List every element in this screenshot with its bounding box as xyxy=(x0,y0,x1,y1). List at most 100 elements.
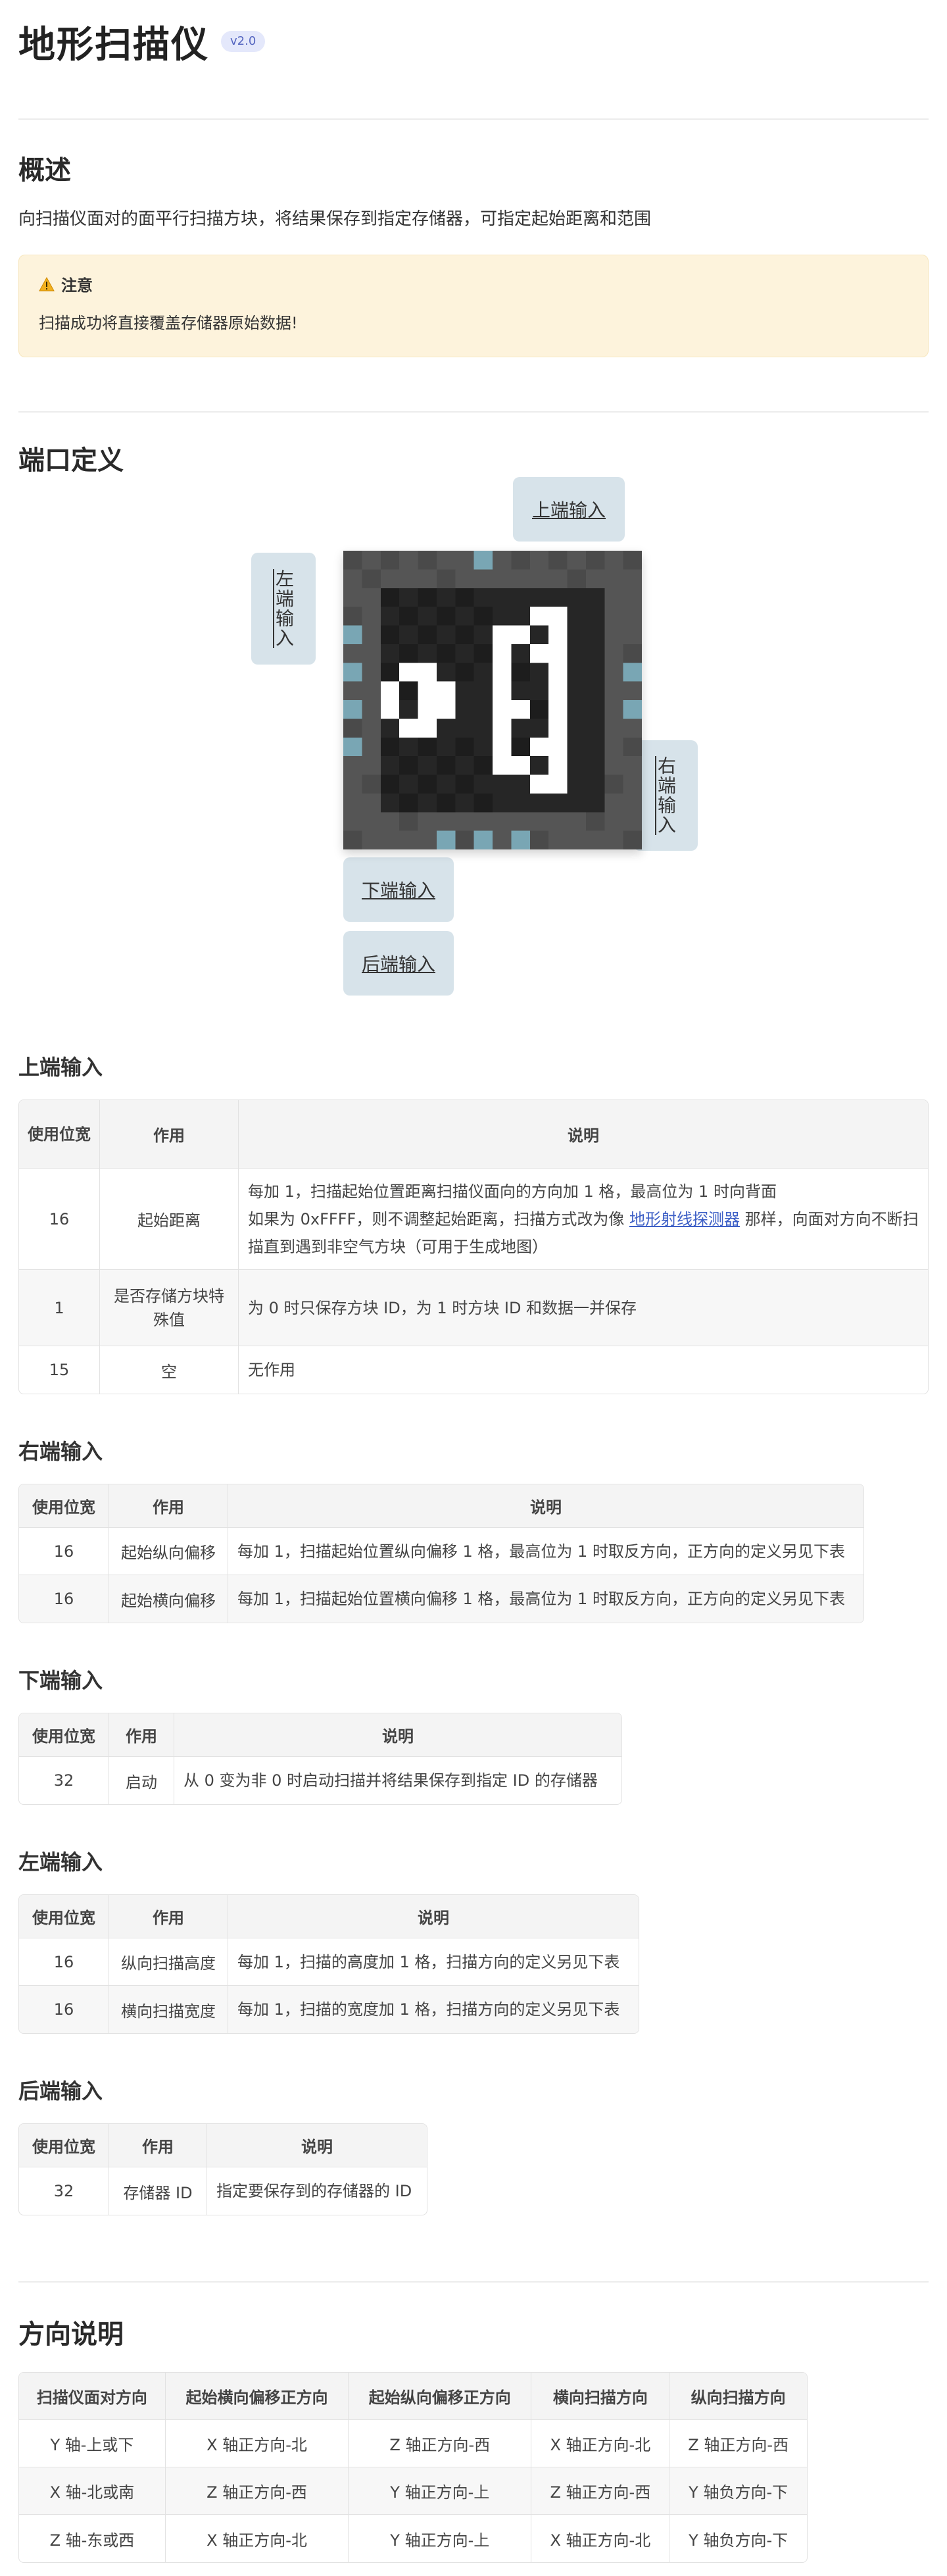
table-header: 横向扫描方向 xyxy=(531,2373,670,2420)
table-header: 使用位宽 xyxy=(19,1895,109,1938)
table-header: 使用位宽 xyxy=(19,2124,109,2167)
table-header: 作用 xyxy=(109,1484,228,1528)
port-left-button[interactable]: 左端输入 xyxy=(251,553,316,665)
table-cell: X 轴正方向-北 xyxy=(165,2420,349,2467)
table-cell: Y 轴正方向-上 xyxy=(349,2515,532,2562)
warning-icon xyxy=(39,276,55,291)
table-cell: Z 轴正方向-西 xyxy=(349,2420,532,2467)
terrain-ray-detector-link[interactable]: 地形射线探测器 xyxy=(629,1210,740,1228)
table-header: 作用 xyxy=(109,1895,228,1938)
table-row: 32 启动 从 0 变为非 0 时启动扫描并将结果保存到指定 ID 的存储器 xyxy=(19,1757,621,1804)
title-row: 地形扫描仪 v2.0 xyxy=(18,0,929,66)
description-line: 如果为 0xFFFF，则不调整起始距离，扫描方式改为像 地形射线探测器 那样，向… xyxy=(248,1205,919,1261)
table-cell: 启动 xyxy=(109,1757,174,1804)
note-title: 注意 xyxy=(61,276,93,295)
table-row: X 轴-北或南 Z 轴正方向-西 Y 轴正方向-上 Z 轴正方向-西 Y 轴负方… xyxy=(19,2467,807,2515)
table-header: 说明 xyxy=(207,2124,427,2167)
description-line: 每加 1，扫描起始位置距离扫描仪面向的方向加 1 格，最高位为 1 时向背面 xyxy=(248,1182,777,1201)
note-callout: 注意 扫描成功将直接覆盖存储器原始数据! xyxy=(18,255,929,357)
overview-heading: 概述 xyxy=(18,155,71,186)
port-right-button[interactable]: 右端输入 xyxy=(633,740,698,851)
port-diagram: 上端输入 左端输入 右端输入 下端输入 后端输入 xyxy=(18,477,929,1043)
table-header: 说明 xyxy=(228,1484,863,1528)
table-cell: Y 轴-上或下 xyxy=(19,2420,166,2467)
page-title: 地形扫描仪 xyxy=(18,23,209,66)
table-cell: 起始距离 xyxy=(100,1169,239,1270)
table-cell: 是否存储方块特殊值 xyxy=(100,1270,239,1346)
table-cell: X 轴-北或南 xyxy=(19,2467,166,2515)
table-header: 扫描仪面对方向 xyxy=(19,2373,166,2420)
bottom-input-table: 使用位宽 作用 说明 32 启动 从 0 变为非 0 时启动扫描并将结果保存到指… xyxy=(18,1713,622,1805)
table-cell: 空 xyxy=(100,1346,239,1394)
table-cell: 16 xyxy=(19,1575,109,1623)
table-header: 说明 xyxy=(228,1895,639,1938)
right-input-table: 使用位宽 作用 说明 16 起始纵向偏移 每加 1，扫描起始位置纵向偏移 1 格… xyxy=(18,1484,864,1623)
table-cell: Y 轴负方向-下 xyxy=(689,2531,789,2550)
port-back-button[interactable]: 后端输入 xyxy=(343,931,454,996)
table-cell: 32 xyxy=(19,1757,109,1804)
table-header: 使用位宽 xyxy=(19,1713,109,1757)
table-cell: 每加 1，扫描的高度加 1 格，扫描方向的定义另见下表 xyxy=(228,1938,639,1986)
left-input-table: 使用位宽 作用 说明 16 纵向扫描高度 每加 1，扫描的高度加 1 格，扫描方… xyxy=(18,1894,639,2034)
version-badge: v2.0 xyxy=(221,31,266,52)
table-header: 作用 xyxy=(109,1713,174,1757)
table-row: 1 是否存储方块特殊值 为 0 时只保存方块 ID，为 1 时方块 ID 和数据… xyxy=(19,1270,928,1346)
table-header: 说明 xyxy=(239,1100,928,1169)
table-row: Z 轴-东或西 X 轴正方向-北 Y 轴正方向-上 X 轴正方向-北 Y 轴负方… xyxy=(19,2515,807,2562)
table-cell: 16 xyxy=(19,1528,109,1575)
ports-heading: 端口定义 xyxy=(18,445,124,476)
table-row: 15 空 无作用 xyxy=(19,1346,928,1394)
top-input-table: 使用位宽 作用 说明 16 起始距离 每加 1，扫描起始位置距离扫描仪面向的方向… xyxy=(18,1099,929,1394)
table-cell: Y 轴正方向-上 xyxy=(349,2467,532,2515)
table-row: 16 起始纵向偏移 每加 1，扫描起始位置纵向偏移 1 格，最高位为 1 时取反… xyxy=(19,1528,863,1575)
note-text: 扫描成功将直接覆盖存储器原始数据! xyxy=(39,314,298,332)
table-cell: Z 轴正方向-西 xyxy=(531,2467,670,2515)
top-input-heading: 上端输入 xyxy=(18,1055,103,1080)
table-cell: Y 轴负方向-下 xyxy=(669,2467,807,2515)
right-input-heading: 右端输入 xyxy=(18,1439,103,1464)
table-cell: 32 xyxy=(19,2167,109,2215)
table-cell: 16 xyxy=(19,1986,109,2033)
table-cell: 起始纵向偏移 xyxy=(109,1528,228,1575)
table-cell: X 轴正方向-北 xyxy=(531,2515,670,2562)
table-header: 作用 xyxy=(100,1100,239,1169)
left-input-heading: 左端输入 xyxy=(18,1850,103,1875)
table-row: 16 起始横向偏移 每加 1，扫描起始位置横向偏移 1 格，最高位为 1 时取反… xyxy=(19,1575,863,1623)
table-cell: X 轴正方向-北 xyxy=(531,2420,670,2467)
table-cell: 为 0 时只保存方块 ID，为 1 时方块 ID 和数据一并保存 xyxy=(239,1270,928,1346)
table-cell: 每加 1，扫描起始位置距离扫描仪面向的方向加 1 格，最高位为 1 时向背面 如… xyxy=(239,1169,928,1270)
table-header: 纵向扫描方向 xyxy=(669,2373,807,2420)
table-cell: 1 xyxy=(19,1270,100,1346)
bottom-input-heading: 下端输入 xyxy=(18,1668,103,1693)
table-cell: 每加 1，扫描起始位置横向偏移 1 格，最高位为 1 时取反方向，正方向的定义另… xyxy=(228,1575,863,1623)
table-header: 起始横向偏移正方向 xyxy=(165,2373,349,2420)
table-cell: 纵向扫描高度 xyxy=(109,1938,228,1986)
description-text: 如果为 0xFFFF，则不调整起始距离，扫描方式改为像 xyxy=(248,1209,625,1228)
table-header: 作用 xyxy=(109,2124,207,2167)
port-bottom-button[interactable]: 下端输入 xyxy=(343,857,454,922)
table-row: 32 存储器 ID 指定要保存到的存储器的 ID xyxy=(19,2167,427,2215)
table-header: 使用位宽 xyxy=(19,1484,109,1528)
table-cell: Z 轴正方向-西 xyxy=(165,2467,349,2515)
table-cell: Z 轴-东或西 xyxy=(19,2515,166,2562)
table-cell: 15 xyxy=(19,1346,100,1394)
back-input-heading: 后端输入 xyxy=(18,2079,103,2104)
terrain-scanner-block-image xyxy=(343,551,642,849)
overview-description: 向扫描仪面对的面平行扫描方块，将结果保存到指定存储器，可指定起始距离和范围 xyxy=(18,209,652,229)
direction-heading: 方向说明 xyxy=(18,2319,124,2350)
table-cell: 存储器 ID xyxy=(109,2167,207,2215)
table-header: 起始纵向偏移正方向 xyxy=(349,2373,532,2420)
note-header: 注意 xyxy=(39,272,908,295)
table-cell: 横向扫描宽度 xyxy=(109,1986,228,2033)
table-cell: 每加 1，扫描起始位置纵向偏移 1 格，最高位为 1 时取反方向，正方向的定义另… xyxy=(228,1528,863,1575)
port-top-button[interactable]: 上端输入 xyxy=(513,477,625,542)
table-cell: 16 xyxy=(19,1169,100,1270)
table-cell: X 轴正方向-北 xyxy=(166,2515,349,2562)
table-cell: 从 0 变为非 0 时启动扫描并将结果保存到指定 ID 的存储器 xyxy=(183,1771,598,1790)
table-cell: 起始横向偏移 xyxy=(109,1575,228,1623)
table-row: 16 起始距离 每加 1，扫描起始位置距离扫描仪面向的方向加 1 格，最高位为 … xyxy=(19,1169,928,1270)
table-cell: Z 轴正方向-西 xyxy=(669,2420,807,2467)
table-cell: 指定要保存到的存储器的 ID xyxy=(216,2182,412,2200)
table-cell: 无作用 xyxy=(248,1361,295,1379)
table-cell: 每加 1，扫描的宽度加 1 格，扫描方向的定义另见下表 xyxy=(228,1986,639,2033)
